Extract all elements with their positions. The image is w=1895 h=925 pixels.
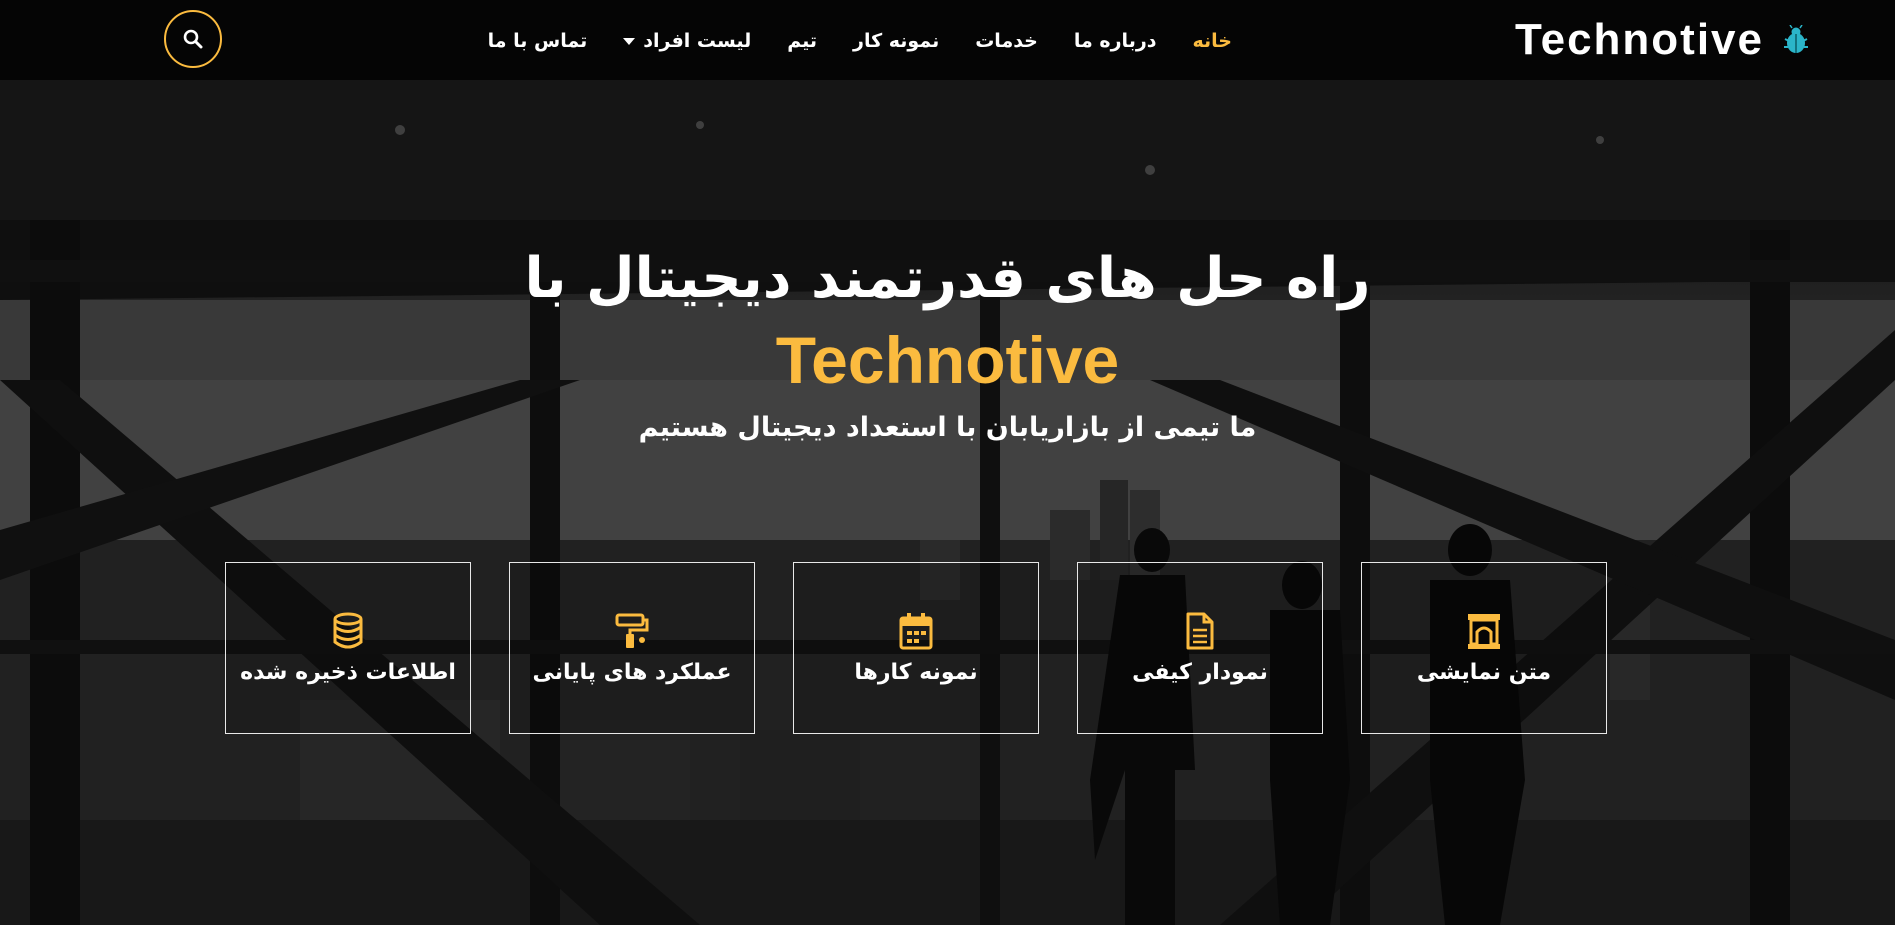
file-alt-icon xyxy=(1186,612,1214,649)
nav-item-home[interactable]: خانه xyxy=(1175,22,1250,60)
hero-overlay xyxy=(0,80,1895,925)
caret-down-icon xyxy=(623,37,636,45)
nav-item-about[interactable]: درباره ما xyxy=(1056,22,1175,60)
feature-card-final-performance[interactable]: عملکرد های پایانی xyxy=(509,562,755,734)
hero-section: راه حل های قدرتمند دیجیتال با Technotive… xyxy=(0,80,1895,925)
nav-item-services[interactable]: خدمات xyxy=(957,22,1056,60)
feature-label: نمونه کارها xyxy=(854,659,978,685)
nav-item-portfolio[interactable]: نمونه کار xyxy=(835,22,957,60)
search-icon xyxy=(183,29,203,49)
paint-roller-icon xyxy=(615,613,649,648)
nav-item-label: خدمات xyxy=(975,30,1038,52)
nav-item-label: درباره ما xyxy=(1073,30,1157,52)
database-icon xyxy=(333,612,363,648)
nav-item-label: خانه xyxy=(1192,30,1232,52)
bug-icon xyxy=(1784,25,1808,53)
nav-item-team[interactable]: تیم xyxy=(769,22,835,60)
feature-label: اطلاعات ذخیره شده xyxy=(240,659,456,685)
nav-item-label: لیست افراد xyxy=(643,30,752,52)
main-nav: خانه درباره ما خدمات نمونه کار تیم لیست … xyxy=(470,22,1250,60)
brand-name: Technotive xyxy=(1514,15,1764,64)
feature-label: نمودار کیفی xyxy=(1132,659,1268,685)
navbar: Technotive خانه درباره ما خدمات نمونه کا… xyxy=(0,0,1895,80)
hero-subtitle: ما تیمی از بازاریابان با استعداد دیجیتال… xyxy=(638,412,1257,443)
nav-item-label: نمونه کار xyxy=(853,30,940,52)
nav-item-people-dropdown[interactable]: لیست افراد xyxy=(605,22,769,60)
hero-title: راه حل های قدرتمند دیجیتال با xyxy=(524,246,1371,311)
feature-card-quality-chart[interactable]: نمودار کیفی xyxy=(1077,562,1323,734)
features-row: متن نمایشی نمودار کیفی نمونه کارها عملکر… xyxy=(225,562,1607,734)
feature-label: متن نمایشی xyxy=(1416,659,1552,685)
calendar-icon xyxy=(899,612,933,649)
feature-card-demo-text[interactable]: متن نمایشی xyxy=(1361,562,1607,734)
brand-logo[interactable]: Technotive xyxy=(1515,16,1810,64)
feature-card-stored-data[interactable]: اطلاعات ذخیره شده xyxy=(225,562,471,734)
nav-item-label: تیم xyxy=(787,30,818,52)
hero-brand: Technotive xyxy=(775,323,1120,397)
nav-item-label: تماس با ما xyxy=(487,30,588,52)
archway-icon xyxy=(1468,613,1500,649)
nav-item-contact[interactable]: تماس با ما xyxy=(470,22,606,60)
search-button[interactable] xyxy=(164,10,222,68)
feature-card-portfolio[interactable]: نمونه کارها xyxy=(793,562,1039,734)
feature-label: عملکرد های پایانی xyxy=(532,659,732,685)
